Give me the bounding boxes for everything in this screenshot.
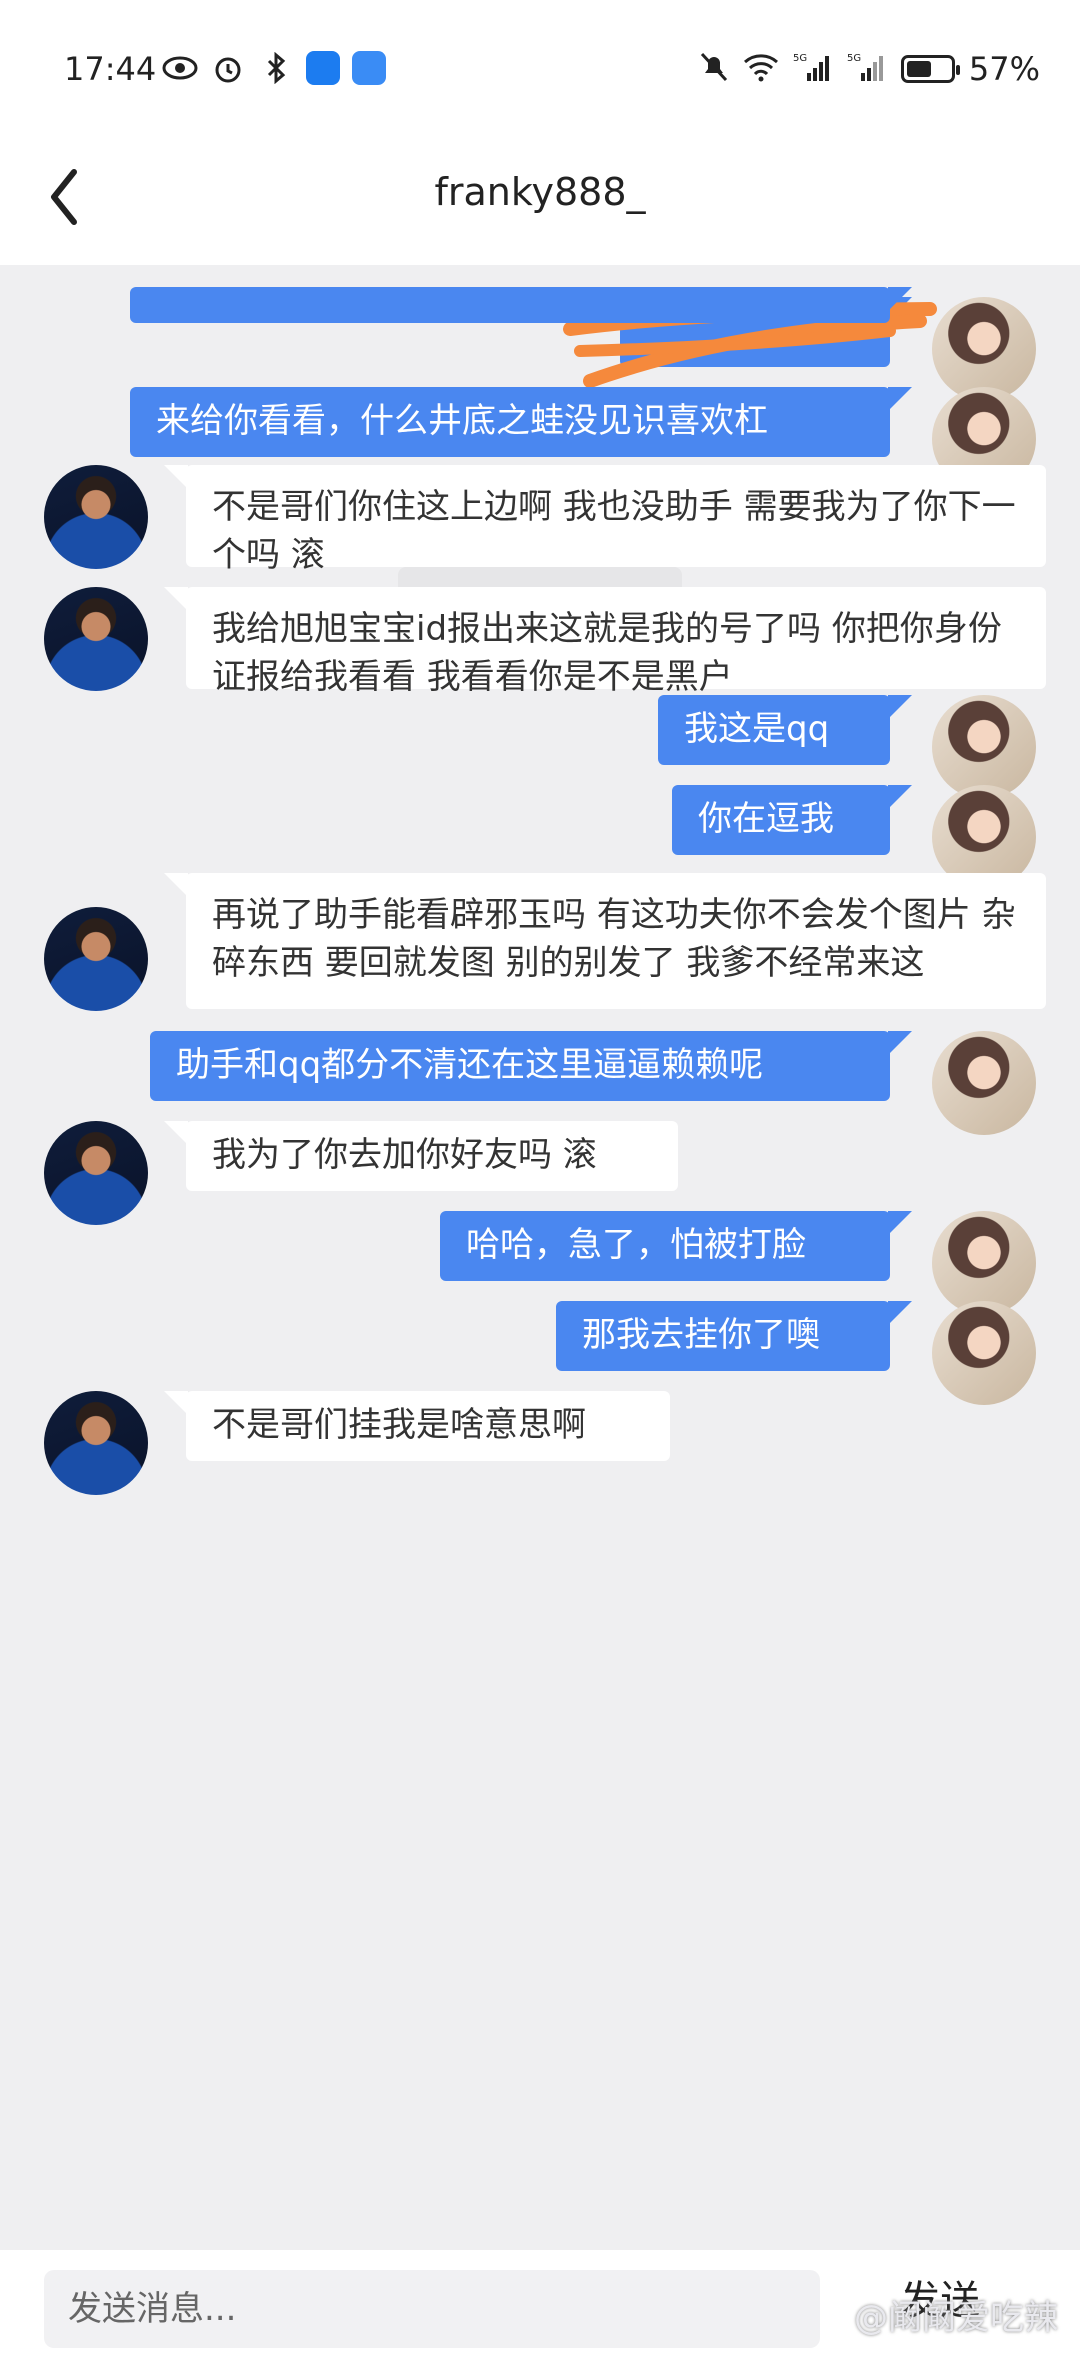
message-bubble-me[interactable]	[130, 287, 912, 323]
battery-percent: 57%	[968, 50, 1040, 88]
svg-text:5G: 5G	[793, 53, 807, 64]
message-bubble-other[interactable]: 不是哥们你住这上边啊 我也没助手 需要我为了你下一个吗 滚	[164, 465, 1046, 575]
signal-5g-icon: 5G	[793, 51, 833, 87]
avatar[interactable]	[44, 1121, 148, 1225]
status-time: 17:44	[64, 50, 157, 88]
bluetooth-icon	[258, 50, 294, 86]
battery-icon	[900, 55, 960, 83]
avatar[interactable]	[44, 1391, 148, 1495]
avatar[interactable]	[932, 695, 1036, 799]
message-bubble-other[interactable]: 我给旭旭宝宝id报出来这就是我的号了吗 你把你身份证报给我看看 我看看你是不是黑…	[164, 587, 1046, 697]
chat-header: franky888_	[0, 140, 1080, 265]
message-bubble-me[interactable]: 我这是qq	[658, 695, 912, 765]
avatar[interactable]	[932, 1031, 1036, 1135]
message-bubble-other[interactable]: 我为了你去加你好友吗 滚	[164, 1121, 678, 1191]
alarm-icon	[210, 50, 246, 86]
status-right-icons: 5G 5G 57%	[699, 50, 1040, 88]
message-bubble-me[interactable]: 助手和qq都分不清还在这里逼逼赖赖呢	[150, 1031, 912, 1101]
mute-icon	[699, 51, 729, 87]
avatar[interactable]	[932, 1301, 1036, 1405]
status-bar: 17:44 5G 5G 57%	[0, 0, 1080, 140]
app-icon-blue-1	[306, 51, 340, 85]
avatar[interactable]	[44, 465, 148, 569]
page-title: franky888_	[434, 170, 646, 214]
chat-area[interactable]: 来给你看看，什么井底之蛙没见识喜欢杠 06-24 17:38:58 不是哥们你住…	[0, 265, 1080, 2250]
status-left-icons	[162, 50, 386, 86]
watermark: @阚阚爱吃辣	[854, 2298, 1058, 2338]
wifi-icon	[743, 52, 779, 86]
svg-text:5G: 5G	[847, 53, 861, 64]
avatar[interactable]	[44, 907, 148, 1011]
avatar[interactable]	[44, 587, 148, 691]
message-bubble-me[interactable]: 哈哈，急了，怕被打脸	[440, 1211, 912, 1281]
app-icon-blue-2	[352, 51, 386, 85]
eye-icon	[162, 50, 198, 86]
message-row-me	[0, 287, 1080, 391]
message-bubble-other[interactable]: 再说了助手能看辟邪玉吗 有这功夫你不会发个图片 杂碎东西 要回就发图 别的别发了…	[164, 873, 1046, 1009]
message-input[interactable]	[44, 2270, 820, 2348]
message-bubble-other[interactable]: 不是哥们挂我是啥意思啊	[164, 1391, 670, 1461]
message-bubble-me[interactable]: 那我去挂你了噢	[556, 1301, 912, 1371]
message-bubble-me[interactable]: 来给你看看，什么井底之蛙没见识喜欢杠	[130, 387, 912, 457]
signal-5g-icon: 5G	[847, 51, 887, 87]
message-bubble-me[interactable]: 你在逗我	[672, 785, 912, 855]
avatar[interactable]	[932, 1211, 1036, 1315]
